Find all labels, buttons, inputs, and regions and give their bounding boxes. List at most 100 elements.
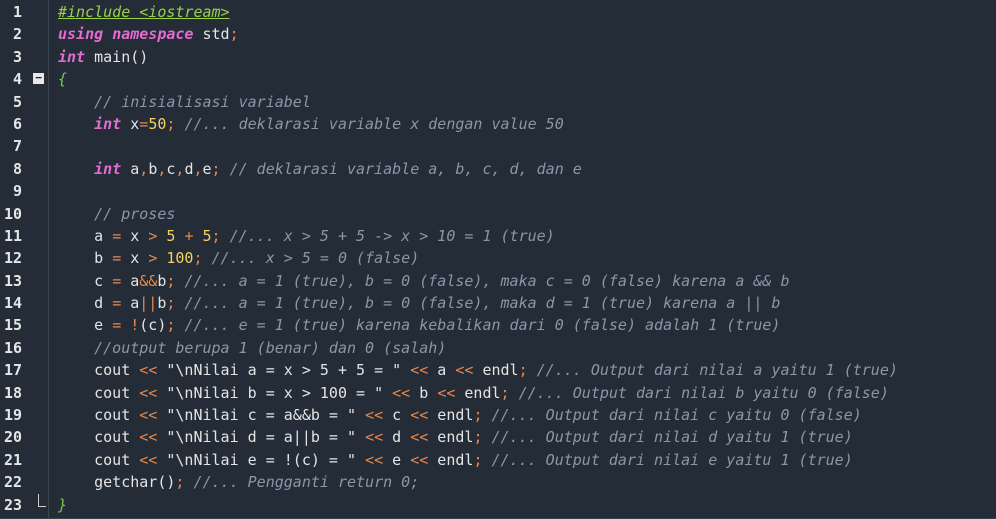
code-line[interactable]: 5 // inisialisasi variabel bbox=[0, 91, 996, 113]
code-token: = bbox=[112, 271, 122, 290]
code-token: << bbox=[437, 383, 456, 402]
code-line[interactable]: 17 cout << "\nNilai a = x > 5 + 5 = " <<… bbox=[0, 359, 996, 381]
line-number: 8 bbox=[12, 159, 22, 178]
code-line[interactable]: 11 a = x > 5 + 5; //... x > 5 + 5 -> x >… bbox=[0, 225, 996, 247]
code-line[interactable]: 20 cout << "\nNilai d = a||b = " << d <<… bbox=[0, 426, 996, 448]
line-number: 20 bbox=[3, 428, 22, 447]
code-token: = bbox=[112, 249, 122, 268]
line-number: 14 bbox=[3, 294, 22, 313]
code-token: ; bbox=[229, 25, 239, 44]
code-token: cout bbox=[58, 383, 140, 402]
code-token: namespace bbox=[112, 25, 194, 44]
code-token: (c) bbox=[139, 316, 167, 335]
code-token: a bbox=[58, 226, 113, 245]
line-number: 16 bbox=[3, 338, 22, 357]
code-line[interactable]: 15 e = !(c); //... e = 1 (true) karena k… bbox=[0, 314, 996, 336]
code-text: int a,b,c,d,e; // deklarasi variable a, … bbox=[58, 158, 582, 180]
code-token: << bbox=[139, 450, 158, 469]
code-token: cout bbox=[58, 428, 140, 447]
code-token: ; bbox=[500, 383, 510, 402]
code-token: endl bbox=[428, 450, 474, 469]
code-token: b bbox=[58, 249, 113, 268]
code-token: //... Output dari nilai c yaitu 0 (false… bbox=[491, 406, 862, 425]
code-line[interactable]: 22 getchar(); //... Pengganti return 0; bbox=[0, 471, 996, 493]
code-lines[interactable]: 1 #include <iostream> 2 using namespace std… bbox=[0, 1, 996, 516]
code-line[interactable]: 23} bbox=[0, 493, 996, 516]
code-line[interactable]: 16 //output berupa 1 (benar) dan 0 (sala… bbox=[0, 337, 996, 359]
code-line[interactable]: 19 cout << "\nNilai c = a&&b = " << c <<… bbox=[0, 404, 996, 426]
code-line[interactable]: 8 int a,b,c,d,e; // deklarasi variable a… bbox=[0, 158, 996, 180]
code-line[interactable]: 21 cout << "\nNilai e = !(c) = " << e <<… bbox=[0, 449, 996, 471]
code-token: int bbox=[58, 47, 86, 66]
code-line[interactable]: 6 int x=50; //... deklarasi variable x d… bbox=[0, 113, 996, 135]
line-number: 11 bbox=[3, 226, 22, 245]
code-token: x bbox=[121, 114, 140, 133]
code-line[interactable]: 9 bbox=[0, 180, 996, 202]
code-token: // inisialisasi variabel bbox=[94, 92, 311, 111]
line-number: 12 bbox=[3, 249, 22, 268]
code-line[interactable]: 14 d = a||b; //... a = 1 (true), b = 0 (… bbox=[0, 292, 996, 314]
code-line[interactable]: 18 cout << "\nNilai b = x > 100 = " << b… bbox=[0, 382, 996, 404]
code-token: "\nNilai a = x > 5 + 5 = " bbox=[157, 361, 411, 380]
code-token: "\nNilai d = a||b = " bbox=[157, 428, 366, 447]
code-token: << bbox=[365, 406, 384, 425]
code-line[interactable]: 10 // proses bbox=[0, 203, 996, 225]
code-text: // proses bbox=[58, 203, 175, 225]
code-token: c bbox=[58, 271, 113, 290]
code-line[interactable]: 13 c = a&&b; //... a = 1 (true), b = 0 (… bbox=[0, 270, 996, 292]
code-token: //... x > 5 + 5 -> x > 10 = 1 (true) bbox=[229, 226, 555, 245]
code-token: = bbox=[139, 114, 149, 133]
code-editor[interactable]: 1 #include <iostream> 2 using namespace std… bbox=[0, 0, 996, 519]
line-number: 10 bbox=[3, 204, 22, 223]
line-number: 1 bbox=[12, 3, 22, 21]
code-token: e bbox=[202, 159, 212, 178]
code-token: << bbox=[365, 450, 384, 469]
line-number: 17 bbox=[3, 361, 22, 380]
code-token: ; bbox=[518, 361, 528, 380]
code-token: endl bbox=[455, 383, 501, 402]
code-text: // inisialisasi variabel bbox=[58, 91, 311, 113]
code-line[interactable]: 2 using namespace std; bbox=[0, 23, 996, 45]
code-token: endl bbox=[473, 361, 519, 380]
code-token: 50 bbox=[148, 114, 167, 133]
line-number: 21 bbox=[3, 450, 22, 469]
fold-toggle-icon[interactable]: − bbox=[33, 72, 44, 85]
code-token: // proses bbox=[94, 204, 176, 223]
code-text: #include <iostream> bbox=[58, 1, 230, 23]
code-token: b bbox=[410, 383, 438, 402]
code-token: << bbox=[139, 383, 158, 402]
code-line[interactable]: 3 int main() bbox=[0, 46, 996, 68]
line-number: 18 bbox=[3, 383, 22, 402]
code-token: x bbox=[121, 249, 149, 268]
code-token: { bbox=[58, 70, 68, 89]
code-token: << bbox=[410, 428, 429, 447]
code-token: << bbox=[139, 428, 158, 447]
code-token: e bbox=[383, 450, 411, 469]
code-token: std bbox=[193, 25, 230, 44]
code-token: , bbox=[193, 159, 203, 178]
code-token: cout bbox=[58, 450, 140, 469]
code-text: } bbox=[58, 494, 67, 516]
code-token: //... deklarasi variable x dengan value … bbox=[184, 114, 564, 133]
code-text: d = a||b; //... a = 1 (true), b = 0 (fal… bbox=[58, 292, 780, 314]
code-text: getchar(); //... Pengganti return 0; bbox=[58, 471, 419, 493]
code-token: ; bbox=[193, 249, 203, 268]
code-line[interactable]: 7 bbox=[0, 135, 996, 157]
code-token: << bbox=[410, 406, 429, 425]
line-number: 13 bbox=[3, 271, 22, 290]
code-token: a bbox=[121, 159, 140, 178]
code-line[interactable]: 12 b = x > 100; //... x > 5 = 0 (false) bbox=[0, 247, 996, 269]
code-token: //... a = 1 (true), b = 0 (false), maka … bbox=[184, 294, 781, 313]
code-token: = bbox=[112, 294, 122, 313]
code-token: #include <iostream> bbox=[58, 3, 230, 21]
code-token: d bbox=[383, 428, 411, 447]
code-token: "\nNilai e = !(c) = " bbox=[157, 450, 366, 469]
code-line[interactable]: 4− { bbox=[0, 68, 996, 90]
code-line[interactable]: 1 #include <iostream> bbox=[0, 1, 996, 23]
code-token: } bbox=[58, 495, 68, 514]
